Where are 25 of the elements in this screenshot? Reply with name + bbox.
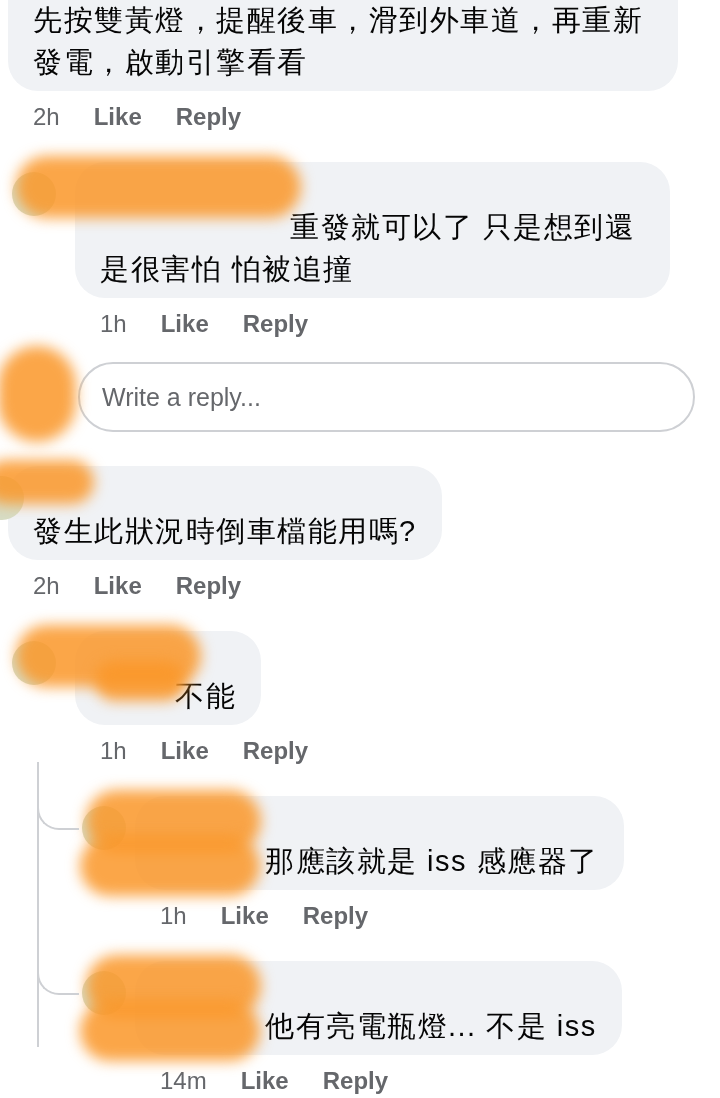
action-link[interactable]: Like bbox=[160, 736, 209, 766]
action-link[interactable]: Reply bbox=[302, 901, 369, 931]
comment-text: 發生此狀況時倒車檔能用嗎? bbox=[33, 515, 417, 547]
comment-time: 2h bbox=[33, 571, 60, 601]
action-link[interactable]: Like bbox=[93, 102, 142, 132]
comment-text: 先按雙黃燈，提醒後車，滑到外車道，再重新發電，啟動引擎看看 bbox=[33, 4, 643, 78]
comment-text: 重發就可以了 只是想到還是很害怕 怕被追撞 bbox=[100, 211, 636, 285]
comment-text: 那應該就是 iss 感應器了 bbox=[265, 845, 599, 877]
action-link[interactable]: Reply bbox=[175, 102, 242, 132]
comment-time: 1h bbox=[100, 309, 127, 339]
comment-text: 不能 bbox=[175, 680, 236, 712]
comment-time: 2h bbox=[33, 102, 60, 132]
action-link[interactable]: Like bbox=[93, 571, 142, 601]
comment-time: 14m bbox=[160, 1066, 207, 1096]
comment-time: 1h bbox=[160, 901, 187, 931]
action-link[interactable]: Reply bbox=[322, 1066, 389, 1096]
action-link[interactable]: Like bbox=[220, 901, 269, 931]
action-link[interactable]: Like bbox=[240, 1066, 289, 1096]
comment-text: 他有亮電瓶燈... 不是 iss bbox=[265, 1010, 597, 1042]
comment-time: 1h bbox=[100, 736, 127, 766]
action-link[interactable]: Reply bbox=[242, 309, 309, 339]
action-link[interactable]: Reply bbox=[242, 736, 309, 766]
action-link[interactable]: Reply bbox=[175, 571, 242, 601]
action-link[interactable]: Like bbox=[160, 309, 209, 339]
reply-field[interactable]: Write a reply... bbox=[78, 362, 695, 432]
